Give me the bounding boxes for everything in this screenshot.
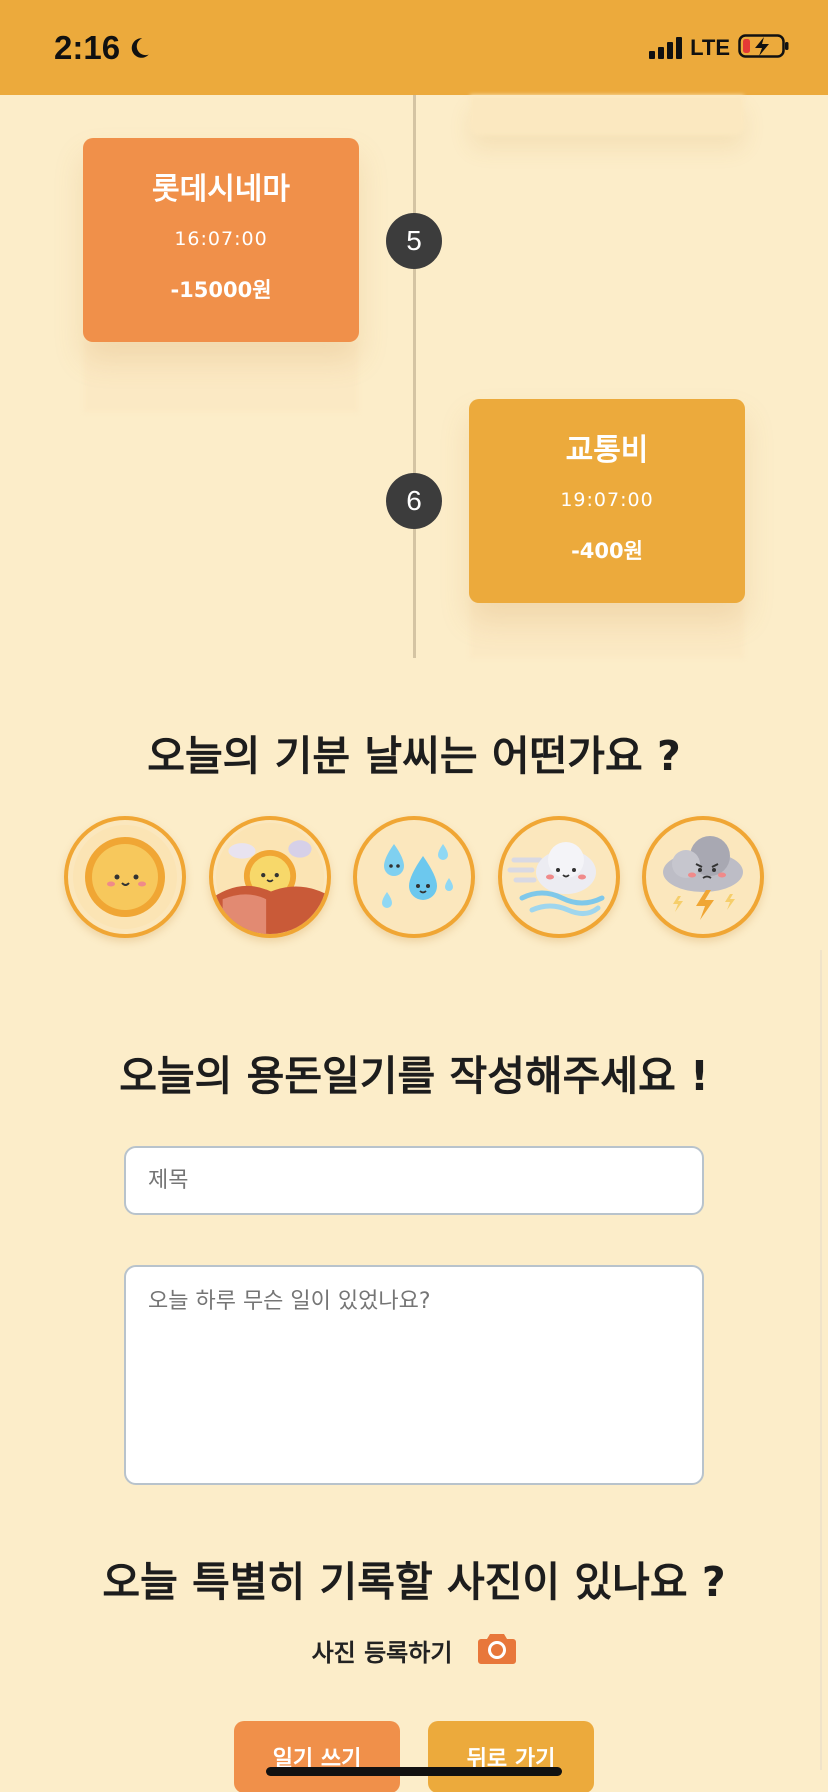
home-indicator[interactable] bbox=[266, 1767, 562, 1776]
timeline-card-5[interactable]: 롯데시네마 16:07:00 -15000원 bbox=[83, 138, 359, 342]
card-time: 19:07:00 bbox=[560, 489, 654, 511]
diary-title-input[interactable] bbox=[124, 1146, 704, 1215]
status-indicators: LTE bbox=[649, 33, 790, 63]
photo-register[interactable]: 사진 등록하기 bbox=[0, 1632, 828, 1668]
card-title: 롯데시네마 bbox=[152, 172, 290, 207]
scrollbar[interactable] bbox=[820, 950, 822, 1770]
timeline-line bbox=[413, 95, 416, 658]
timeline-node-5: 5 bbox=[386, 213, 442, 269]
sunny-face-icon[interactable] bbox=[64, 816, 186, 938]
status-bar: 2:16 LTE bbox=[0, 0, 828, 95]
card-amount: -15000원 bbox=[170, 278, 272, 302]
go-back-button[interactable]: 뒤로 가기 bbox=[428, 1721, 594, 1792]
timeline-node-6: 6 bbox=[386, 473, 442, 529]
photo-heading: 오늘 특별히 기록할 사진이 있나요 ? bbox=[102, 1558, 726, 1606]
battery-icon bbox=[738, 33, 790, 63]
card-amount: -400원 bbox=[571, 539, 643, 563]
mood-options bbox=[64, 816, 764, 938]
write-diary-button[interactable]: 일기 쓰기 bbox=[234, 1721, 400, 1792]
card-title: 교통비 bbox=[565, 433, 649, 468]
faded-card-previous bbox=[470, 95, 744, 135]
timeline-shadow-left bbox=[84, 342, 358, 412]
signal-icon bbox=[649, 36, 683, 59]
diary-body-input[interactable] bbox=[124, 1265, 704, 1485]
thunderstorm-angry-cloud-icon[interactable] bbox=[642, 816, 764, 938]
diary-heading: 오늘의 용돈일기를 작성해주세요 ! bbox=[119, 1052, 709, 1100]
mood-heading: 오늘의 기분 날씨는 어떤가요 ? bbox=[147, 732, 681, 780]
card-time: 16:07:00 bbox=[174, 228, 268, 250]
moon-icon bbox=[126, 35, 152, 61]
sunset-face-icon[interactable] bbox=[208, 816, 331, 938]
network-label: LTE bbox=[690, 34, 730, 60]
raindrops-face-icon[interactable] bbox=[353, 816, 475, 938]
photo-register-label: 사진 등록하기 bbox=[311, 1638, 453, 1667]
status-time-text: 2:16 bbox=[54, 28, 121, 66]
timeline-shadow-right bbox=[470, 600, 744, 658]
status-time: 2:16 bbox=[54, 29, 152, 67]
windy-cloud-face-icon[interactable] bbox=[497, 816, 620, 938]
timeline-card-6[interactable]: 교통비 19:07:00 -400원 bbox=[469, 399, 745, 603]
camera-icon[interactable] bbox=[478, 1632, 517, 1668]
